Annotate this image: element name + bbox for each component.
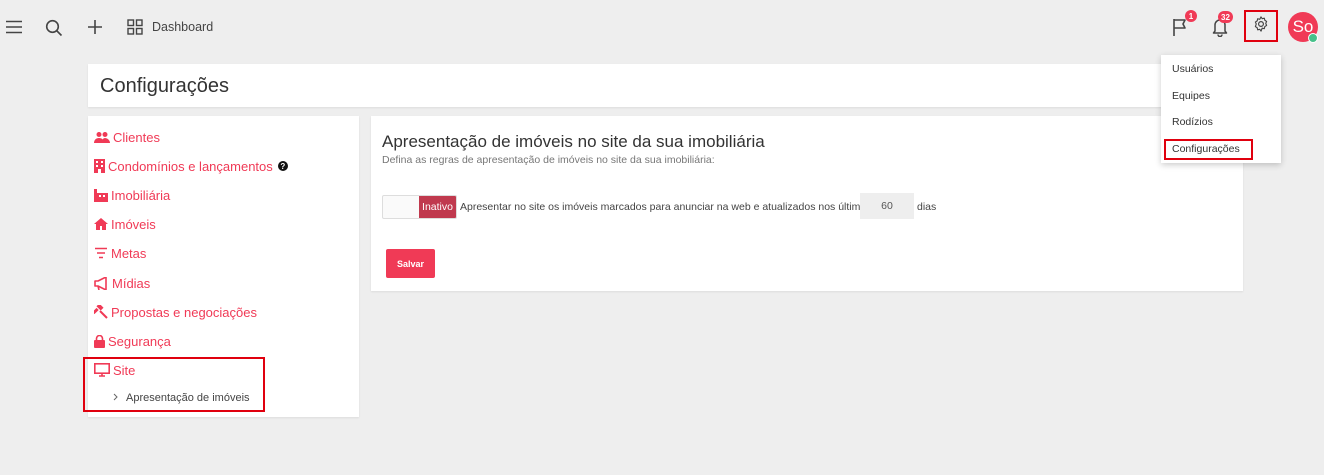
search-icon[interactable] — [45, 19, 63, 37]
days-input[interactable] — [860, 193, 914, 219]
help-icon[interactable]: ? — [277, 161, 288, 171]
rule-description: Apresentar no site os imóveis marcados p… — [460, 201, 872, 213]
sidebar-item-propostas[interactable]: Propostas e negociações — [94, 303, 257, 321]
card-title: Apresentação de imóveis no site da sua i… — [382, 132, 765, 151]
users-icon — [94, 131, 110, 143]
menu-item-rodizios[interactable]: Rodízios — [1172, 116, 1213, 128]
site-highlight-box — [83, 357, 265, 412]
sidebar-item-label: Segurança — [108, 333, 171, 349]
page-title: Configurações — [100, 75, 229, 97]
sidebar-item-midias[interactable]: Mídias — [94, 274, 150, 292]
gear-icon — [1252, 15, 1270, 38]
sidebar-item-imobiliaria[interactable]: Imobiliária — [94, 186, 170, 204]
sidebar-item-label: Clientes — [113, 129, 160, 145]
sidebar-item-label: Propostas e negociações — [111, 304, 257, 320]
sidebar-item-label: Metas — [111, 245, 147, 261]
settings-button[interactable] — [1244, 10, 1278, 42]
card-subtitle: Defina as regras de apresentação de imóv… — [382, 154, 715, 166]
menu-item-equipes[interactable]: Equipes — [1172, 90, 1210, 102]
notification-count-badge: 32 — [1218, 11, 1233, 23]
hamburger-menu-icon[interactable] — [6, 20, 22, 34]
save-button[interactable]: Salvar — [386, 249, 435, 278]
flag-count-badge: 1 — [1185, 10, 1197, 22]
plus-icon[interactable] — [86, 18, 104, 36]
lock-icon — [94, 334, 105, 348]
sidebar-item-condominios[interactable]: Condomínios e lançamentos ? — [94, 157, 288, 175]
active-toggle[interactable]: Inativo — [382, 195, 457, 219]
sidebar-item-seguranca[interactable]: Segurança — [94, 332, 171, 350]
sidebar-item-metas[interactable]: Metas — [94, 244, 146, 262]
office-icon — [94, 188, 108, 202]
configuracoes-highlight-box — [1164, 139, 1253, 160]
menu-item-usuarios[interactable]: Usuários — [1172, 63, 1213, 75]
sidebar-item-clientes[interactable]: Clientes — [94, 128, 160, 146]
page-header: Configurações — [88, 64, 1184, 107]
toggle-state-label: Inativo — [419, 196, 456, 218]
sidebar-item-imoveis[interactable]: Imóveis — [94, 215, 156, 233]
megaphone-icon — [94, 276, 107, 290]
sidebar-item-label: Mídias — [112, 275, 151, 291]
settings-dropdown-menu: Usuários Equipes Rodízios Configurações — [1161, 55, 1281, 163]
top-bar: Dashboard 1 32 So — [0, 0, 1324, 55]
property-display-card: Apresentação de imóveis no site da sua i… — [371, 116, 1243, 291]
dashboard-link[interactable]: Dashboard — [152, 20, 213, 34]
days-unit-label: dias — [917, 201, 937, 213]
home-icon — [94, 218, 108, 230]
dashboard-grid-icon[interactable] — [127, 19, 143, 35]
filter-icon — [95, 247, 107, 259]
sidebar-item-label: Imobiliária — [111, 187, 171, 203]
building-icon — [94, 159, 105, 173]
gavel-icon — [94, 305, 108, 319]
sidebar-item-label: Imóveis — [111, 216, 156, 232]
online-status-dot — [1308, 33, 1318, 43]
sidebar-item-label: Condomínios e lançamentos — [108, 158, 273, 174]
